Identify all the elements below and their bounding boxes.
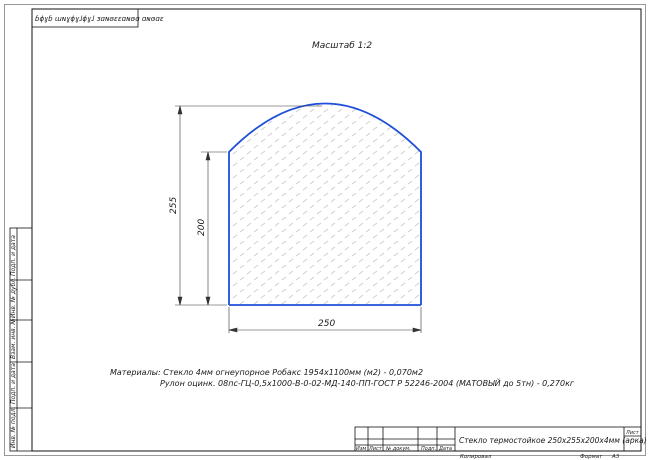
side-stamp-label-2: Подп. и дата [10, 363, 17, 404]
tb-format-value: А3 [611, 454, 620, 460]
width-dim-text: 250 [318, 319, 335, 329]
arch-glass-part [228, 102, 422, 306]
tb-header-izm: Изм [356, 446, 366, 452]
tb-header-sign: Подп. [421, 446, 436, 452]
tb-part-name: Стекло термостойкое 250х255х200х4мм (арк… [459, 436, 647, 445]
scale-label: Масштаб 1:2 [312, 41, 372, 51]
drawing-sheet: ɓɸɣɓ ɯɴɣɸɣɺɸɣɺ ɜɑɴɞɛɛɑɴɞɑ ɑɴɞɑɛ Масштаб … [4, 4, 647, 460]
top-stamp: ɓɸɣɓ ɯɴɣɸɣɺɸɣɺ ɜɑɴɞɛɛɑɴɞɑ ɑɴɞɑɛ [31, 8, 164, 28]
tb-header-doc: № докум. [385, 446, 411, 452]
tb-sheet-label: Лист [625, 430, 640, 436]
side-height-dim-text: 200 [197, 219, 207, 236]
side-stamp-label-1: Инв. № подл. [10, 407, 17, 448]
tb-header-date: Дата [438, 446, 452, 452]
top-stamp-text: ɓɸɣɓ ɯɴɣɸɣɺɸɣɺ ɜɑɴɞɛɛɑɴɞɑ ɑɴɞɑɛ [35, 15, 164, 23]
side-stamp-label-5: Подп. и дата [10, 235, 17, 276]
overall-height-dim-text: 255 [169, 197, 179, 214]
side-stamp-label-3: Взам. инв. № [10, 318, 17, 359]
tb-header-list: Лист [368, 446, 383, 452]
side-stamp-label-4: Инв. № дубл. [10, 277, 17, 318]
materials-note-1: Материалы: Стекло 4мм огнеупорное Робакс… [110, 368, 423, 377]
tb-copied: Копировал [460, 454, 492, 460]
tb-format-label: Формат [580, 454, 603, 460]
materials-note-2: Рулон оцинк. 08пс-ГЦ-0,5х1000-В-0-02-МД-… [160, 377, 575, 388]
